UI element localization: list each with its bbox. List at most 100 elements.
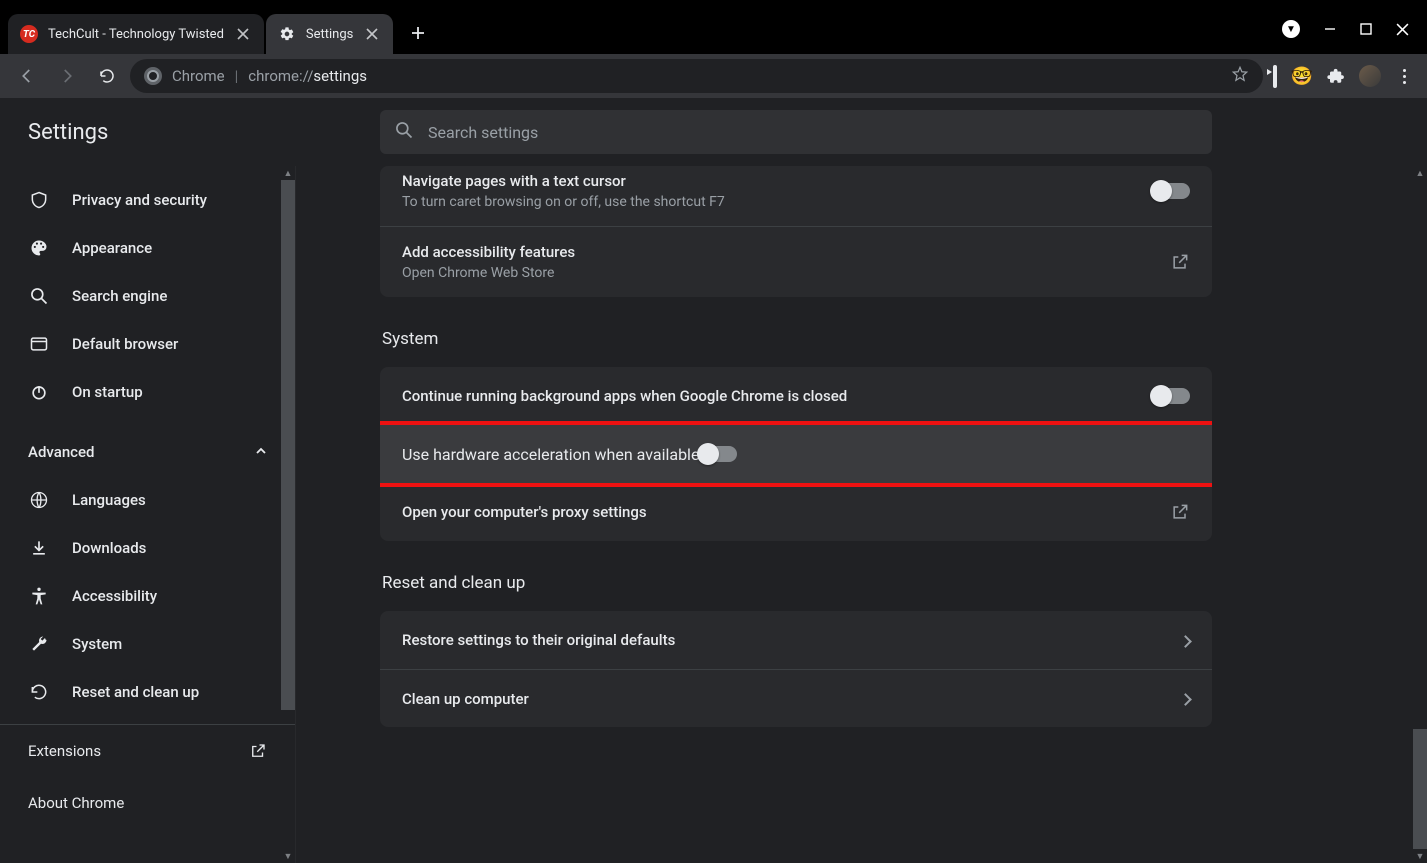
globe-icon: [28, 490, 50, 510]
accessibility-features-row[interactable]: Add accessibility features Open Chrome W…: [380, 226, 1212, 297]
sidebar-item-about[interactable]: About Chrome: [0, 777, 295, 829]
close-tab-icon[interactable]: [234, 25, 252, 43]
hardware-accel-row: Use hardware acceleration when available: [380, 421, 1212, 487]
row-title: Add accessibility features: [402, 243, 575, 261]
about-label: About Chrome: [28, 794, 124, 812]
profile-avatar[interactable]: [1359, 65, 1381, 87]
extensions-label: Extensions: [28, 742, 101, 760]
sidebar-item-system[interactable]: System: [0, 620, 295, 668]
browser-icon: [28, 334, 50, 354]
row-title: Open your computer's proxy settings: [402, 503, 647, 521]
browser-toolbar: Chrome | chrome://settings 🤓: [0, 54, 1427, 98]
sidebar-item-privacy[interactable]: Privacy and security: [0, 176, 295, 224]
tab-settings[interactable]: Settings: [266, 14, 393, 54]
caret-browsing-toggle[interactable]: [1152, 183, 1190, 199]
sidebar-scrollbar[interactable]: ▲ ▼: [281, 166, 295, 863]
main-scrollbar[interactable]: ▲ ▼: [1413, 166, 1427, 863]
sidebar-item-languages[interactable]: Languages: [0, 476, 295, 524]
system-card: Continue running background apps when Go…: [380, 367, 1212, 541]
sidebar-label: Default browser: [72, 335, 178, 353]
reset-card: Restore settings to their original defau…: [380, 611, 1212, 727]
nav-back-button[interactable]: [10, 59, 44, 93]
sidebar-label: Reset and clean up: [72, 683, 199, 701]
cleanup-computer-row[interactable]: Clean up computer: [380, 669, 1212, 727]
omnibox-separator: |: [235, 67, 239, 85]
omnibox[interactable]: Chrome | chrome://settings: [130, 59, 1263, 93]
nav-forward-button[interactable]: [50, 59, 84, 93]
sidebar-item-on-startup[interactable]: On startup: [0, 368, 295, 416]
search-settings-box[interactable]: [380, 110, 1212, 154]
page-title: Settings: [28, 120, 108, 145]
cast-icon[interactable]: [1273, 67, 1277, 86]
hardware-accel-toggle[interactable]: [699, 446, 737, 462]
shield-icon: [28, 190, 50, 210]
row-title: Use hardware acceleration when available: [402, 445, 699, 464]
window-titlebar: TC TechCult - Technology Twisted Setting…: [0, 0, 1427, 54]
search-icon: [28, 286, 50, 306]
extension-icon-1[interactable]: 🤓: [1291, 66, 1313, 87]
advanced-label: Advanced: [28, 443, 94, 461]
search-icon: [394, 120, 414, 144]
sidebar-label: Search engine: [72, 287, 167, 305]
search-settings-input[interactable]: [428, 123, 1198, 142]
proxy-settings-row[interactable]: Open your computer's proxy settings: [380, 483, 1212, 541]
restore-icon: [28, 682, 50, 702]
row-title: Navigate pages with a text cursor: [402, 172, 725, 190]
tab-title: Settings: [306, 27, 353, 42]
sidebar-label: Downloads: [72, 539, 146, 557]
reload-button[interactable]: [90, 59, 124, 93]
launch-icon: [1170, 252, 1190, 272]
sidebar-label: Accessibility: [72, 587, 157, 605]
accessibility-card: Navigate pages with a text cursor To tur…: [380, 166, 1212, 297]
sidebar-label: Privacy and security: [72, 191, 207, 209]
close-tab-icon[interactable]: [363, 25, 381, 43]
row-title: Continue running background apps when Go…: [402, 387, 847, 405]
sidebar-item-reset[interactable]: Reset and clean up: [0, 668, 295, 716]
chrome-icon: [144, 67, 162, 85]
chevron-up-icon: [255, 443, 267, 461]
hardware-accel-row-wrap: Use hardware acceleration when available: [380, 421, 1212, 487]
background-apps-toggle[interactable]: [1152, 388, 1190, 404]
chevron-right-icon: [1181, 689, 1190, 708]
sidebar-item-default-browser[interactable]: Default browser: [0, 320, 295, 368]
sidebar-label: Appearance: [72, 239, 152, 257]
omnibox-protocol: Chrome: [172, 67, 225, 85]
launch-icon: [1170, 502, 1190, 522]
restore-defaults-row[interactable]: Restore settings to their original defau…: [380, 611, 1212, 669]
sidebar-item-extensions[interactable]: Extensions: [0, 725, 295, 777]
window-controls: ▼: [1282, 20, 1427, 54]
sidebar-item-appearance[interactable]: Appearance: [0, 224, 295, 272]
extensions-button[interactable]: [1327, 67, 1345, 85]
row-subtitle: Open Chrome Web Store: [402, 265, 575, 281]
sidebar-item-search-engine[interactable]: Search engine: [0, 272, 295, 320]
sidebar-label: Languages: [72, 491, 146, 509]
techcult-favicon: TC: [20, 25, 38, 43]
tab-strip: TC TechCult - Technology Twisted Setting…: [0, 0, 1282, 54]
share-tab-icon[interactable]: ▼: [1282, 20, 1300, 38]
wrench-icon: [28, 634, 50, 654]
palette-icon: [28, 238, 50, 258]
download-icon: [28, 538, 50, 558]
tab-title: TechCult - Technology Twisted: [48, 27, 224, 42]
sidebar-item-accessibility[interactable]: Accessibility: [0, 572, 295, 620]
row-title: Restore settings to their original defau…: [402, 631, 675, 649]
accessibility-icon: [28, 586, 50, 606]
row-subtitle: To turn caret browsing on or off, use th…: [402, 194, 725, 210]
system-heading: System: [382, 329, 1212, 349]
launch-icon: [249, 742, 267, 760]
settings-sidebar: Privacy and security Appearance Search e…: [0, 166, 296, 863]
row-title: Clean up computer: [402, 690, 529, 708]
new-tab-button[interactable]: [403, 18, 433, 48]
tab-techcult[interactable]: TC TechCult - Technology Twisted: [8, 14, 264, 54]
close-window-button[interactable]: [1396, 23, 1409, 36]
omnibox-prefix: chrome://settings: [248, 67, 367, 85]
gear-icon: [278, 25, 296, 43]
bookmark-star-icon[interactable]: [1231, 65, 1249, 87]
power-icon: [28, 382, 50, 402]
sidebar-section-advanced[interactable]: Advanced: [0, 428, 295, 476]
maximize-button[interactable]: [1360, 23, 1372, 35]
sidebar-item-downloads[interactable]: Downloads: [0, 524, 295, 572]
minimize-button[interactable]: [1324, 23, 1336, 35]
background-apps-row: Continue running background apps when Go…: [380, 367, 1212, 425]
kebab-menu-icon[interactable]: [1395, 69, 1413, 84]
